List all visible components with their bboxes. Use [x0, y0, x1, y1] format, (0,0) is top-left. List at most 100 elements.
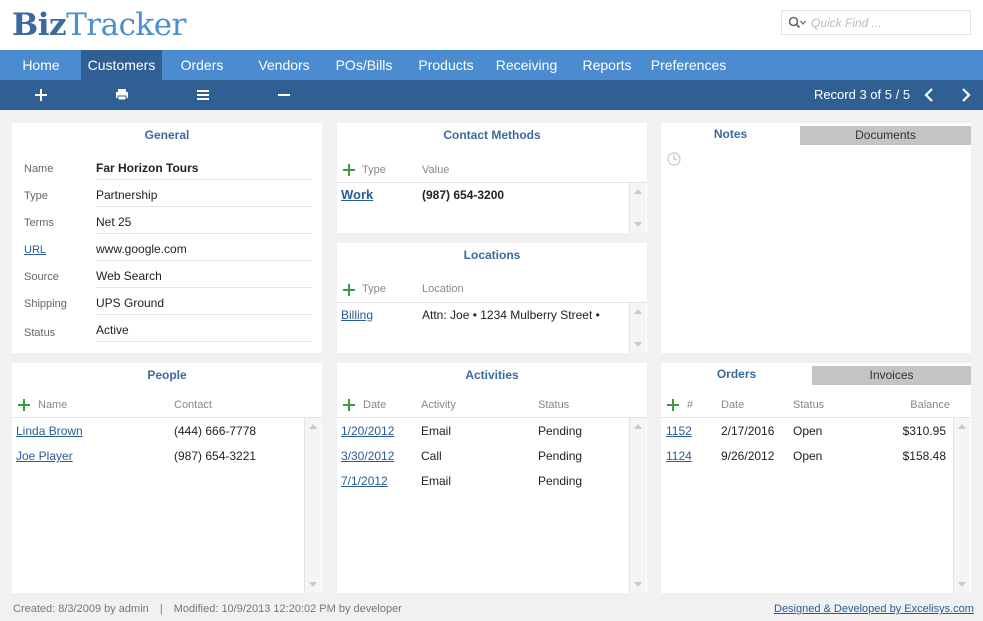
tab-vendors[interactable]: Vendors [250, 50, 318, 80]
scroll-up-icon[interactable] [634, 189, 642, 194]
tab-products[interactable]: Products [413, 50, 479, 80]
chevron-left-icon[interactable] [921, 86, 939, 104]
scroll-down-icon[interactable] [634, 222, 642, 227]
order-date: 2/17/2016 [721, 424, 775, 438]
order-balance: $310.95 [902, 424, 946, 438]
locations-panel: Locations Type Location Billing Attn: Jo… [337, 243, 647, 353]
add-person-button[interactable] [18, 399, 30, 411]
col-header-activity: Activity [421, 399, 456, 411]
tab-notes[interactable]: Notes [661, 123, 800, 145]
col-header-name: Name [38, 399, 68, 411]
credit-link[interactable]: Designed & Developed by Excelisys.com [774, 603, 974, 615]
scroll-up-icon[interactable] [309, 424, 317, 429]
col-header-status: Status [538, 399, 570, 411]
field-url[interactable]: www.google.com [96, 239, 312, 261]
field-terms[interactable]: Net 25 [96, 212, 312, 234]
tab-receiving[interactable]: Receiving [492, 50, 561, 80]
order-balance: $158.48 [902, 449, 946, 463]
top-bar: BizTracker [0, 0, 983, 50]
person-link-linda-brown[interactable]: Linda Brown [16, 422, 83, 440]
scroll-down-icon[interactable] [309, 582, 317, 587]
order-status: Open [793, 424, 823, 438]
orders-invoices-panel: Orders Invoices # Date Status Balance 11… [661, 363, 971, 593]
header-divider [12, 417, 322, 418]
contact-value: (987) 654-3200 [422, 188, 505, 202]
list-icon[interactable] [192, 85, 214, 105]
field-label-shipping: Shipping [24, 298, 67, 310]
field-type[interactable]: Partnership [96, 185, 312, 207]
plus-icon[interactable] [30, 85, 52, 105]
scroll-down-icon[interactable] [634, 342, 642, 347]
activity-status: Pending [538, 474, 583, 488]
orders-scrollbar[interactable] [953, 418, 970, 593]
tab-reports[interactable]: Reports [578, 50, 636, 80]
location-value: Attn: Joe • 1234 Mulberry Street • [422, 308, 600, 322]
tab-orders-panel[interactable]: Orders [661, 363, 812, 385]
people-panel: People Name Contact Linda Brown (444) 66… [12, 363, 322, 593]
activity-date-link[interactable]: 3/30/2012 [341, 447, 394, 465]
order-status: Open [793, 449, 823, 463]
scroll-up-icon[interactable] [634, 424, 642, 429]
add-location-button[interactable] [343, 284, 355, 296]
col-header-type: Type [362, 283, 386, 295]
field-status[interactable]: Active [96, 320, 312, 342]
scroll-down-icon[interactable] [958, 582, 966, 587]
col-header-status: Status [793, 399, 825, 411]
locations-scrollbar[interactable] [629, 303, 646, 353]
field-label-status: Status [24, 327, 56, 339]
people-title: People [147, 368, 187, 382]
activity-date-link[interactable]: 7/1/2012 [341, 472, 388, 490]
tab-home[interactable]: Home [14, 50, 68, 80]
url-link-label[interactable]: URL [24, 242, 46, 258]
scroll-up-icon[interactable] [634, 309, 642, 314]
order-number-link[interactable]: 1152 [666, 422, 692, 440]
contact-methods-panel: Contact Methods Type Value Work (987) 65… [337, 123, 647, 233]
tab-customers[interactable]: Customers [81, 50, 162, 80]
footer-info: Created: 8/3/2009 by admin | Modified: 1… [13, 603, 402, 615]
footer-separator: | [159, 603, 163, 615]
order-number-link[interactable]: 1124 [666, 447, 692, 465]
quick-find-box[interactable] [781, 10, 971, 35]
header-divider [337, 302, 647, 303]
contact-type-link[interactable]: Work [341, 186, 373, 204]
contact-methods-scrollbar[interactable] [629, 183, 646, 233]
tab-pos-bills[interactable]: POs/Bills [331, 50, 397, 80]
created-info: Created: 8/3/2009 by admin [13, 603, 149, 615]
people-scrollbar[interactable] [304, 418, 321, 593]
add-contact-method-button[interactable] [343, 164, 355, 176]
scroll-up-icon[interactable] [958, 424, 966, 429]
search-icon[interactable] [788, 16, 806, 30]
add-activity-button[interactable] [343, 399, 355, 411]
activities-scrollbar[interactable] [629, 418, 646, 593]
col-header-number: # [687, 399, 694, 411]
person-link-joe-player[interactable]: Joe Player [16, 447, 73, 465]
quick-find-input[interactable] [811, 14, 966, 32]
locations-title: Locations [463, 248, 521, 262]
activity-status: Pending [538, 449, 583, 463]
person-contact: (444) 666-7778 [174, 424, 257, 438]
tab-documents[interactable]: Documents [800, 126, 971, 145]
location-type-link[interactable]: Billing [341, 306, 373, 324]
add-order-button[interactable] [667, 399, 679, 411]
field-shipping[interactable]: UPS Ground [96, 293, 312, 315]
person-contact: (987) 654-3221 [174, 449, 257, 463]
tab-preferences[interactable]: Preferences [650, 50, 727, 80]
scroll-down-icon[interactable] [634, 582, 642, 587]
modified-info: Modified: 10/9/2013 12:20:02 PM by devel… [173, 603, 402, 615]
col-header-value: Value [422, 164, 450, 176]
minus-icon[interactable] [273, 85, 295, 105]
activity-type: Email [421, 424, 452, 438]
chevron-right-icon[interactable] [956, 86, 974, 104]
col-header-date: Date [363, 399, 387, 411]
col-header-type: Type [362, 164, 386, 176]
field-source[interactable]: Web Search [96, 266, 312, 288]
logo-part-tracker: Tracker [66, 7, 186, 43]
print-icon[interactable] [111, 85, 133, 105]
tab-invoices[interactable]: Invoices [812, 366, 971, 385]
general-title: General [144, 128, 190, 142]
clock-icon[interactable] [667, 152, 681, 166]
tab-orders[interactable]: Orders [174, 50, 230, 80]
field-name[interactable]: Far Horizon Tours [96, 158, 312, 180]
main-nav: Home Customers Orders Vendors POs/Bills … [0, 50, 983, 80]
activity-date-link[interactable]: 1/20/2012 [341, 422, 394, 440]
